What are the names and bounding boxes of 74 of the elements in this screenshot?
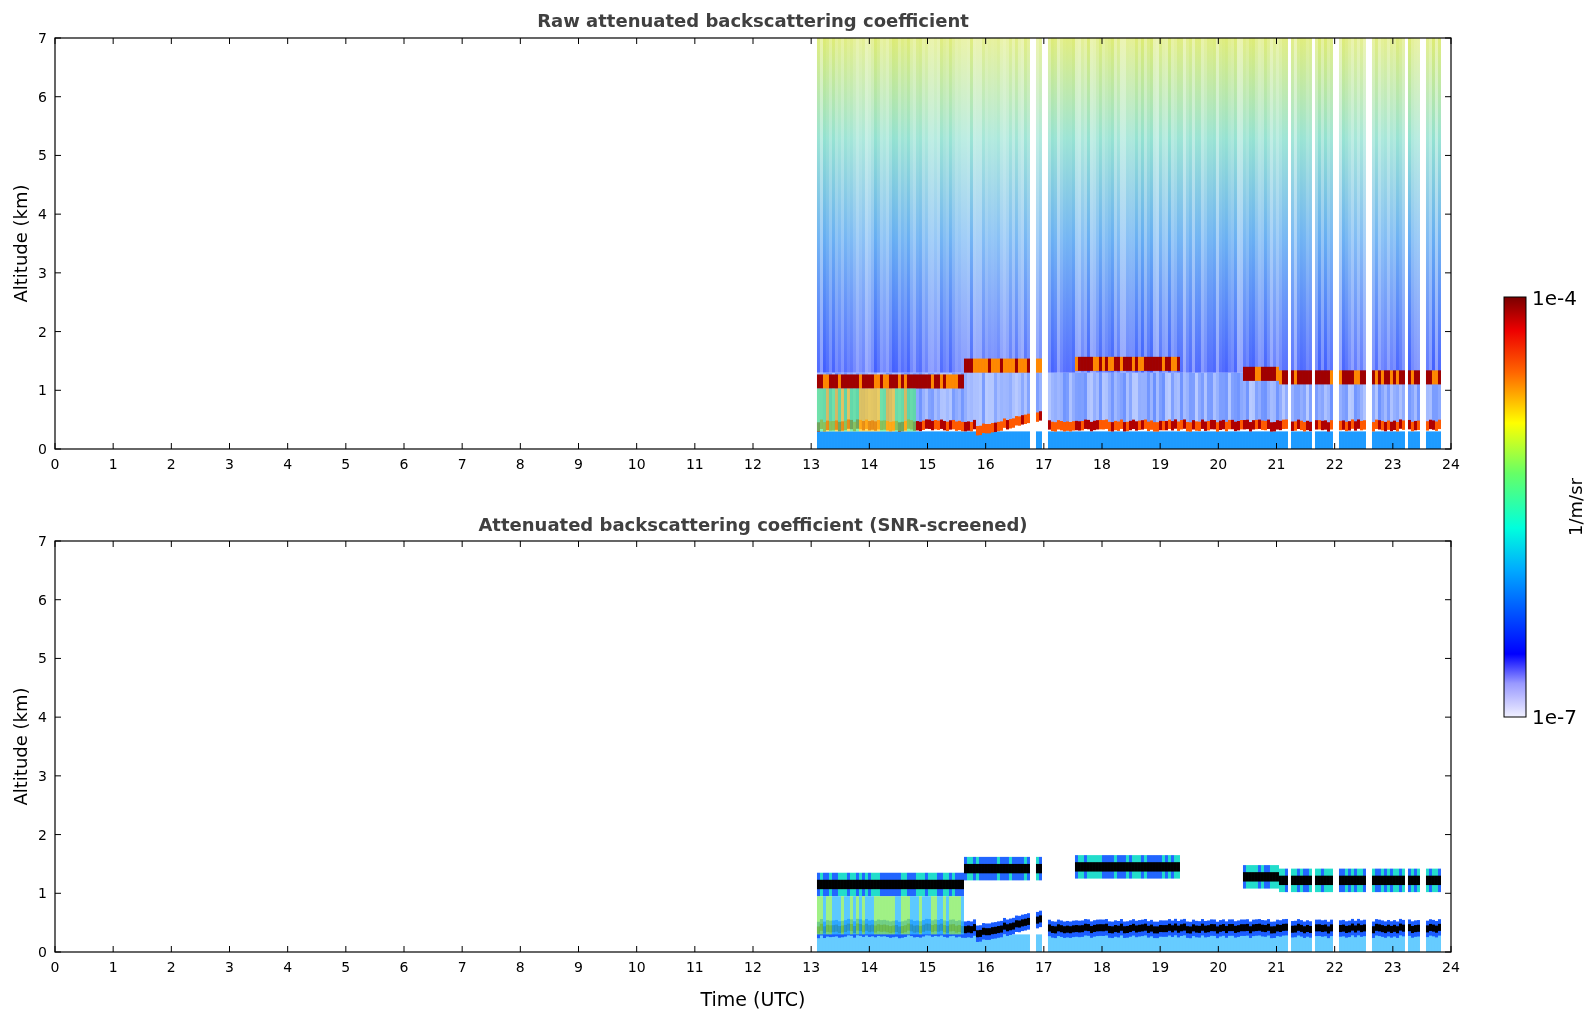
tick-label: 3	[38, 264, 47, 281]
tick-label: 8	[515, 959, 525, 975]
tick-label: 4	[283, 456, 293, 472]
tick-label: 5	[341, 959, 351, 975]
tick-label: 24	[1442, 456, 1460, 472]
tick-label: 24	[1442, 959, 1460, 975]
tick-label: 5	[341, 456, 351, 472]
tick-label: 1	[108, 959, 118, 975]
tick-label: 18	[1093, 959, 1111, 975]
tick-label: 11	[685, 456, 704, 472]
tick-label: 5	[38, 147, 47, 164]
tick-label: 21	[1267, 456, 1286, 472]
tick-label: 16	[976, 959, 995, 975]
tick-label: 0	[38, 441, 47, 457]
axis-label: Altitude (km)	[10, 687, 31, 806]
tick-label: 2	[38, 323, 47, 340]
tick-label: 6	[399, 959, 409, 975]
tick-label: 2	[166, 959, 176, 975]
tick-label: 23	[1383, 456, 1402, 472]
tick-label: 13	[802, 959, 821, 975]
tick-label: 7	[38, 533, 47, 549]
tick-label: 1	[38, 382, 47, 399]
tick-label: 19	[1151, 456, 1170, 472]
tick-label: 12	[744, 456, 762, 472]
tick-label: 1	[38, 885, 47, 902]
tick-label: 20	[1209, 456, 1228, 472]
tick-label: 18	[1093, 456, 1111, 472]
tick-label: 0	[50, 959, 60, 975]
tick-label: 10	[627, 456, 646, 472]
colorbar-unit: 1/m/sr	[1565, 478, 1586, 536]
tick-label: 7	[38, 30, 47, 46]
tick-label: 19	[1151, 959, 1170, 975]
tick-label: 7	[457, 959, 467, 975]
tick-label: 4	[38, 709, 47, 726]
tick-label: 9	[574, 456, 583, 472]
tick-label: 11	[685, 959, 704, 975]
axis-label: Time (UTC)	[700, 988, 806, 1010]
tick-label: 0	[38, 944, 47, 960]
tick-label: 6	[38, 591, 47, 608]
tick-label: 21	[1267, 959, 1286, 975]
tick-label: 22	[1325, 959, 1344, 975]
tick-label: 23	[1383, 959, 1402, 975]
plot-title: Attenuated backscattering coefficient (SNR-screened)	[478, 514, 1028, 535]
tick-label: 4	[283, 959, 293, 975]
plot-title: Raw attenuated backscattering coefficient	[537, 10, 969, 31]
tick-label: 17	[1034, 456, 1053, 472]
tick-label: 3	[225, 456, 234, 472]
tick-label: 6	[38, 88, 47, 105]
tick-label: 1	[108, 456, 118, 472]
tick-label: 16	[976, 456, 995, 472]
tick-label: 14	[860, 456, 879, 472]
colorbar-label: 1e-7	[1532, 705, 1577, 729]
tick-label: 15	[918, 456, 937, 472]
axis-label: Altitude (km)	[10, 184, 31, 303]
tick-label: 2	[166, 456, 176, 472]
tick-label: 10	[627, 959, 646, 975]
tick-label: 0	[50, 456, 60, 472]
tick-label: 15	[918, 959, 937, 975]
tick-label: 3	[38, 767, 47, 784]
tick-label: 6	[399, 456, 409, 472]
tick-label: 13	[802, 456, 821, 472]
tick-label: 20	[1209, 959, 1228, 975]
tick-label: 9	[574, 959, 583, 975]
tick-label: 2	[38, 826, 47, 843]
tick-label: 7	[457, 456, 467, 472]
tick-label: 3	[225, 959, 234, 975]
tick-label: 17	[1034, 959, 1053, 975]
colorbar-label: 1e-4	[1532, 286, 1577, 310]
tick-label: 14	[860, 959, 879, 975]
tick-label: 12	[744, 959, 762, 975]
tick-label: 4	[38, 206, 47, 223]
tick-label: 5	[38, 650, 47, 667]
tick-label: 22	[1325, 456, 1344, 472]
tick-label: 8	[515, 456, 525, 472]
